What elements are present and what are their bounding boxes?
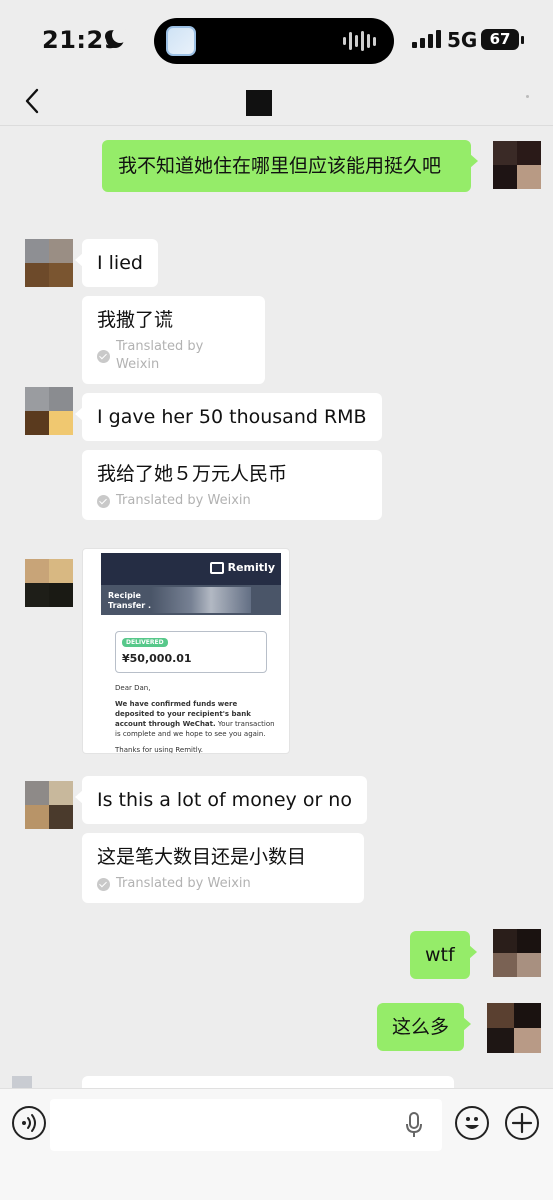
contact-avatar[interactable] <box>25 781 73 829</box>
battery-level: 67 <box>489 30 511 48</box>
message-bubble-outgoing[interactable]: 我不知道她住在哪里但应该能用挺久吧 <box>102 140 478 192</box>
microphone-icon[interactable] <box>406 1112 422 1138</box>
translated-by-label: Translated by Weixin <box>116 339 204 372</box>
translated-by-label: Translated by Weixin <box>116 493 251 508</box>
check-circle-icon <box>97 349 110 363</box>
receipt-paragraph: We have confirmed funds were deposited t… <box>115 699 275 739</box>
message-text: I lied <box>97 252 143 274</box>
receipt-subheader: Recipie Transfer . <box>101 585 281 615</box>
amount-box: DELIVERED ¥50,000.01 <box>115 631 267 673</box>
message-bubble-incoming[interactable]: Is this a lot of money or no <box>75 776 367 824</box>
receipt-header: Remitly <box>101 553 281 585</box>
translated-by: Translated by Weixin <box>97 875 349 893</box>
chat-header <box>0 80 553 126</box>
input-bar <box>0 1088 553 1200</box>
message-bubble-outgoing[interactable]: wtf <box>410 931 477 979</box>
translation-text: 这是笔大数目还是小数目 <box>97 846 307 868</box>
receipt-body: Dear Dan, We have confirmed funds were d… <box>115 683 275 754</box>
receipt-sub-line2: Transfer . <box>108 601 152 610</box>
emoji-icon[interactable] <box>455 1106 489 1140</box>
battery-icon: 67 <box>481 29 524 50</box>
translated-by: Translated by Weixin <box>97 492 367 510</box>
message-text: I gave her 50 thousand RMB <box>97 406 367 428</box>
chevron-left-icon[interactable] <box>20 86 48 116</box>
chat-title-redacted <box>246 90 272 116</box>
message-text: 我不知道她住在哪里但应该能用挺久吧 <box>118 155 442 177</box>
message-input[interactable] <box>50 1099 442 1151</box>
my-avatar[interactable] <box>493 141 541 189</box>
transfer-amount: ¥50,000.01 <box>122 652 192 665</box>
audio-wave-icon <box>343 31 376 51</box>
image-message-remitly-receipt[interactable]: Remitly Recipie Transfer . DELIVERED ¥50… <box>82 548 290 754</box>
dynamic-island[interactable] <box>154 18 394 64</box>
translation-text: 我给了她５万元人民币 <box>97 463 288 485</box>
network-type: 5G <box>447 28 478 52</box>
translation-bubble[interactable]: 这是笔大数目还是小数目 Translated by Weixin <box>82 833 364 903</box>
receipt-thanks: Thanks for using Remitly. <box>115 746 204 754</box>
contact-avatar[interactable] <box>25 559 73 607</box>
receipt-screenshot: Remitly Recipie Transfer . DELIVERED ¥50… <box>101 553 281 753</box>
voice-input-icon[interactable] <box>12 1106 46 1140</box>
check-circle-icon <box>97 877 110 891</box>
status-badge: DELIVERED <box>122 638 168 647</box>
status-bar: 21:29 5G 67 <box>0 0 553 80</box>
message-text: wtf <box>425 944 455 966</box>
message-bubble-incoming[interactable]: I gave her 50 thousand RMB <box>75 393 382 441</box>
redacted-area <box>151 587 251 613</box>
remitly-logo-icon <box>209 561 224 574</box>
message-bubble-incoming[interactable]: I lied <box>75 239 158 287</box>
contact-avatar-partial <box>12 1076 32 1088</box>
translation-bubble[interactable]: 我给了她５万元人民币 Translated by Weixin <box>82 450 382 520</box>
signal-icon <box>412 30 441 48</box>
translated-by-label: Translated by Weixin <box>116 876 251 891</box>
translation-text: 我撒了谎 <box>97 309 174 331</box>
translated-by: Translated by Weixin <box>97 338 250 374</box>
receipt-greeting: Dear Dan, <box>115 684 151 692</box>
message-bubble-outgoing[interactable]: 这么多 <box>377 1003 472 1051</box>
translation-bubble[interactable]: 我撒了谎 Translated by Weixin <box>82 296 265 384</box>
more-icon[interactable] <box>526 95 529 98</box>
remitly-brand: Remitly <box>227 561 275 574</box>
remitly-logo: Remitly <box>209 561 275 574</box>
my-avatar[interactable] <box>487 1003 541 1053</box>
message-text: Is this a lot of money or no <box>97 789 352 811</box>
receipt-sub-line1: Recipie <box>108 591 141 600</box>
island-avatar <box>166 26 196 56</box>
contact-avatar[interactable] <box>25 387 73 435</box>
my-avatar[interactable] <box>493 929 541 977</box>
receipt-subheader-text: Recipie Transfer . <box>108 591 151 611</box>
moon-icon <box>106 27 128 48</box>
check-circle-icon <box>97 494 110 508</box>
plus-circle-icon[interactable] <box>505 1106 539 1140</box>
message-text: 这么多 <box>392 1016 450 1038</box>
contact-avatar[interactable] <box>25 239 73 287</box>
